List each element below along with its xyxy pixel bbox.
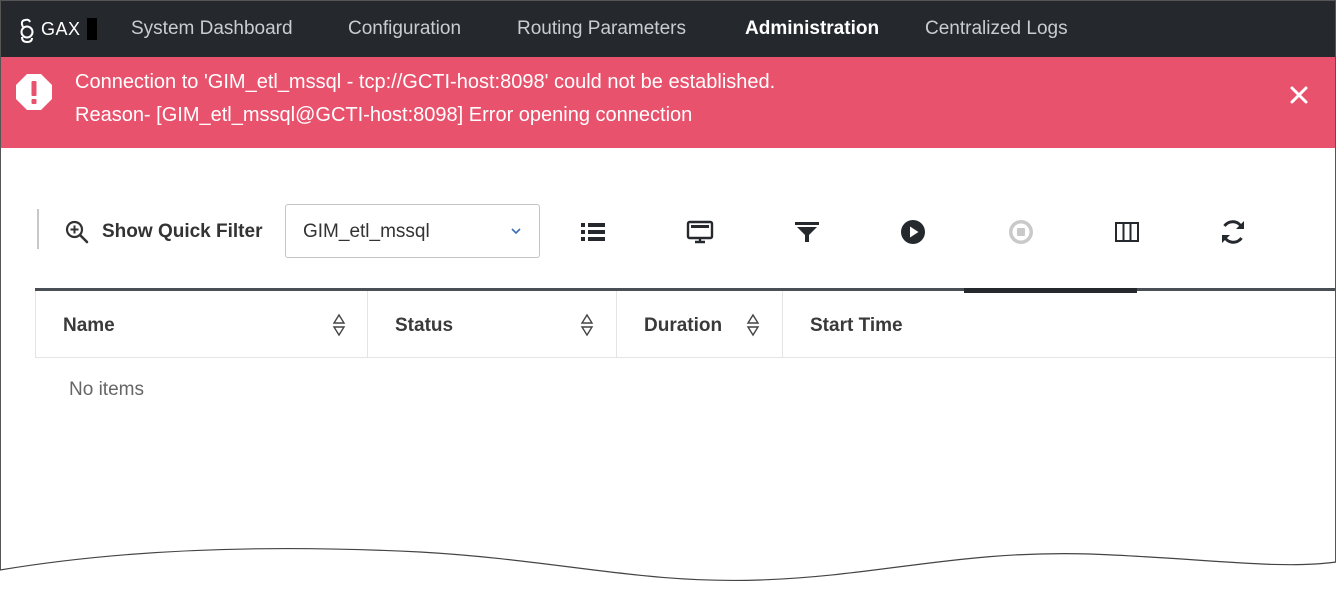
close-icon[interactable] <box>1287 83 1311 107</box>
empty-table-message: No items <box>69 379 144 400</box>
nav-administration[interactable]: Administration <box>745 1 879 57</box>
nav-configuration[interactable]: Configuration <box>348 1 461 57</box>
play-icon <box>901 220 925 244</box>
torn-edge <box>0 547 1336 589</box>
list-view-button[interactable] <box>578 217 608 247</box>
monitor-icon <box>686 220 714 244</box>
chevron-down-icon <box>511 228 521 235</box>
start-button[interactable] <box>898 217 928 247</box>
exclamation-icon <box>16 74 52 110</box>
nav-routing-parameters[interactable]: Routing Parameters <box>517 1 686 57</box>
nav-centralized-logs[interactable]: Centralized Logs <box>925 1 1068 57</box>
column-header-start-time[interactable]: Start Time <box>783 291 1335 357</box>
brand-marker <box>86 18 97 40</box>
filter-icon <box>795 222 819 242</box>
column-label: Start Time <box>810 315 903 336</box>
genesys-logo-icon <box>20 18 34 43</box>
list-icon <box>581 223 605 241</box>
columns-icon <box>1115 222 1139 242</box>
sort-icon <box>580 313 594 337</box>
stop-button[interactable] <box>1006 217 1036 247</box>
application-select[interactable]: GIM_etl_mssql <box>285 204 540 258</box>
table-header: Name Status Duration Start Time <box>35 291 1335 358</box>
error-message-line2: Reason- [GIM_etl_mssql@GCTI-host:8098] E… <box>75 104 693 126</box>
refresh-icon <box>1222 220 1244 244</box>
quick-filter-label: Show Quick Filter <box>102 221 263 242</box>
column-label: Duration <box>644 315 723 336</box>
error-banner: Connection to 'GIM_etl_mssql - tcp://GCT… <box>1 57 1335 148</box>
nav-system-dashboard[interactable]: System Dashboard <box>131 1 293 57</box>
column-label: Name <box>63 315 115 336</box>
top-navigation-bar: GAX System Dashboard Configuration Routi… <box>1 1 1335 57</box>
sort-icon <box>746 313 760 337</box>
columns-button[interactable] <box>1112 217 1142 247</box>
stop-icon <box>1009 220 1033 244</box>
filter-button[interactable] <box>792 217 822 247</box>
column-label: Status <box>395 315 454 336</box>
toolbar-divider <box>37 209 39 249</box>
column-header-duration[interactable]: Duration <box>617 291 783 357</box>
selected-application: GIM_etl_mssql <box>303 221 430 242</box>
show-quick-filter-button[interactable]: Show Quick Filter <box>64 218 262 246</box>
column-header-status[interactable]: Status <box>368 291 617 357</box>
refresh-button[interactable] <box>1218 217 1248 247</box>
zoom-search-icon <box>65 220 89 244</box>
column-header-name[interactable]: Name <box>36 291 368 357</box>
sort-icon <box>332 313 346 337</box>
monitor-button[interactable] <box>685 217 715 247</box>
brand[interactable]: GAX <box>17 1 97 57</box>
error-message-line1: Connection to 'GIM_etl_mssql - tcp://GCT… <box>75 71 776 93</box>
brand-name: GAX <box>41 18 81 39</box>
